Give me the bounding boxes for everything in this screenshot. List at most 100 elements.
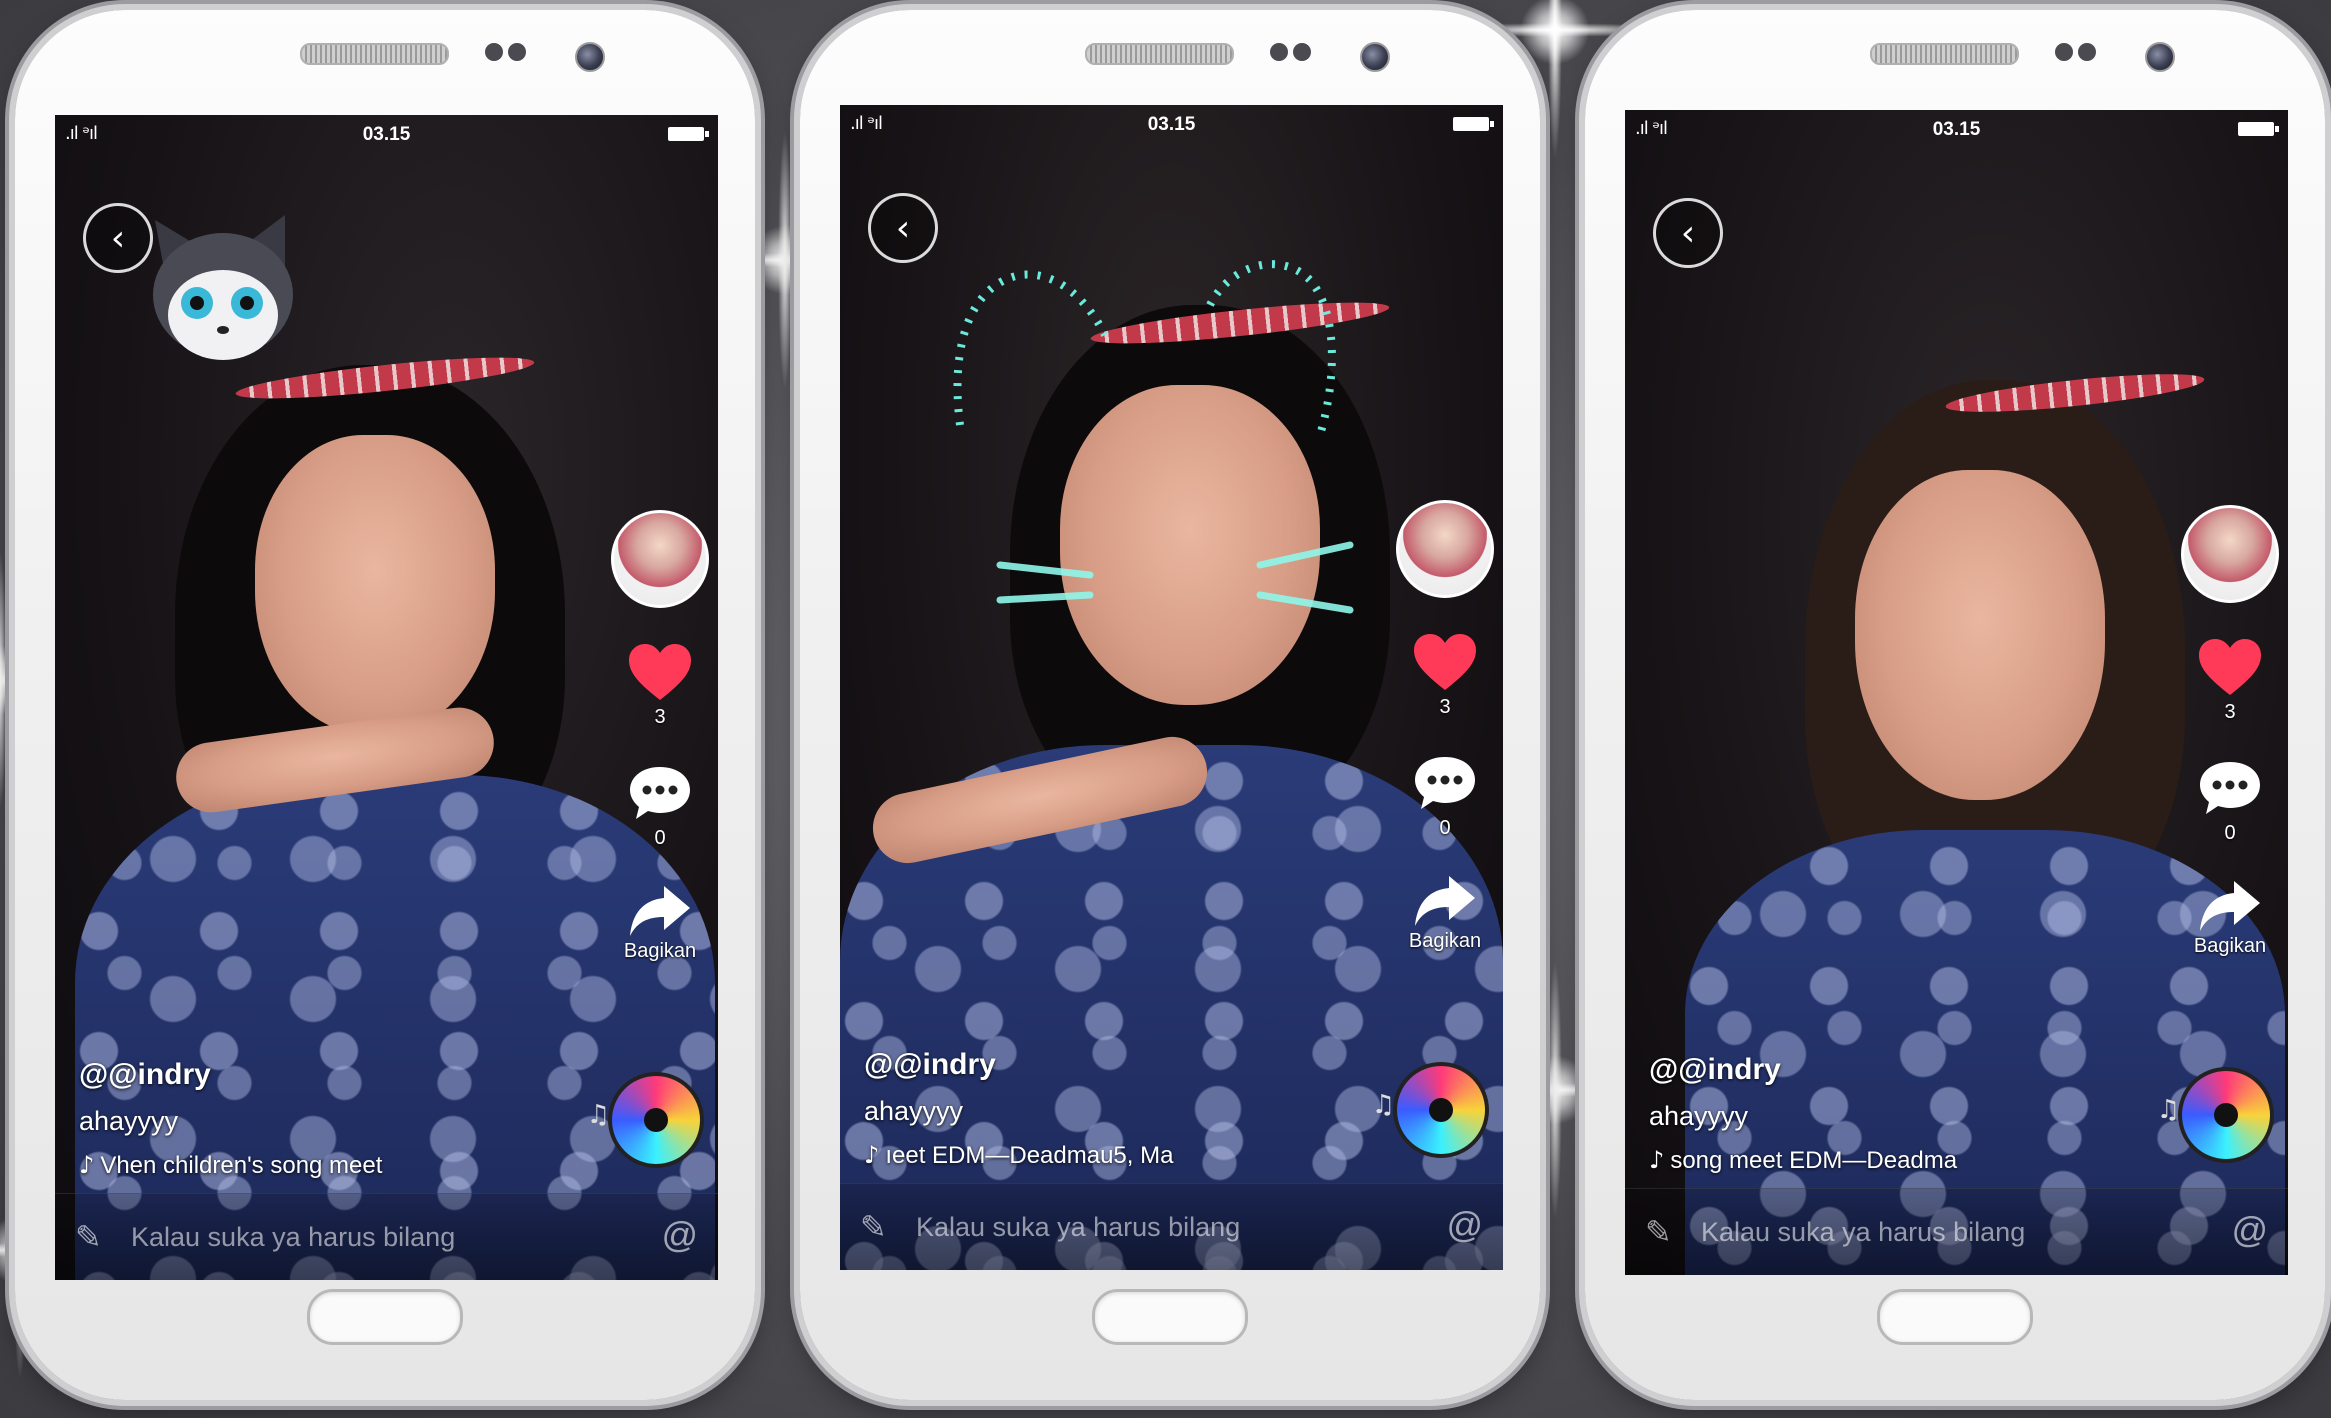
heart-icon [610,642,710,702]
like-count: 3 [2224,701,2236,723]
video-screen-1[interactable]: .ıl ᵊıl 03.15 ‹ 3 0 Bagikan @@indry ahay… [55,115,718,1280]
like-button[interactable]: 3 [1395,632,1495,719]
share-arrow-icon [1395,874,1495,928]
sensor-dots [485,43,535,63]
share-label: Bagikan [2193,935,2267,957]
music-info[interactable]: ♪ Vhen children's song meet [79,1151,382,1180]
comment-input-placeholder: Kalau suka ya harus bilang [131,1222,456,1252]
like-button[interactable]: 3 [610,642,710,729]
heart-icon [2180,637,2280,697]
comment-button[interactable]: 0 [2180,758,2280,845]
music-note-icon: ♫ [1371,1090,1395,1120]
front-camera [2145,42,2175,72]
heart-icon [1395,632,1495,692]
music-disc[interactable] [608,1072,704,1168]
video-caption: @@indry ahayyyy ♪ Vhen children's song me… [79,1058,382,1180]
action-rail: 3 0 Bagikan [610,510,710,963]
chevron-left-icon: ‹ [110,217,126,259]
glowing-whiskers-icon [990,525,1370,645]
like-count: 3 [1439,696,1451,718]
username[interactable]: @@indry [864,1048,1173,1082]
comment-button[interactable]: 0 [1395,753,1495,840]
avatar[interactable] [2181,505,2279,603]
cat-sticker-icon [135,205,305,375]
username[interactable]: @@indry [79,1058,382,1092]
chevron-left-icon: ‹ [895,207,911,249]
like-count: 3 [654,706,666,728]
avatar[interactable] [611,510,709,608]
at-icon[interactable]: @ [1446,1204,1483,1246]
back-button[interactable]: ‹ [83,203,153,273]
chevron-left-icon: ‹ [1680,212,1696,254]
at-icon[interactable]: @ [2231,1209,2268,1251]
comment-count: 0 [654,827,666,849]
share-button[interactable]: Bagikan [2180,879,2280,958]
front-camera [575,42,605,72]
phone-frame-3: .ıl ᵊıl 03.15 ‹ 3 0 Bagikan @@indry ahay… [1585,10,2325,1400]
earpiece-speaker [1085,43,1234,65]
at-icon[interactable]: @ [661,1214,698,1256]
video-screen-2[interactable]: .ıl ᵊıl 03.15 ‹ 3 0 Bagikan @@indry ahay… [840,105,1503,1270]
status-bar: .ıl ᵊıl 03.15 [55,115,718,155]
earpiece-speaker [1870,43,2019,65]
status-time: 03.15 [1932,119,1981,140]
back-button[interactable]: ‹ [1653,198,1723,268]
music-note-icon: ♪ [864,1141,880,1169]
front-camera [1360,42,1390,72]
battery-icon [668,127,709,141]
action-rail: 3 0 Bagikan [1395,500,1495,953]
share-arrow-icon [2180,879,2280,933]
glowing-cat-ears-icon [930,225,1390,525]
like-button[interactable]: 3 [2180,637,2280,724]
back-button[interactable]: ‹ [868,193,938,263]
video-caption: @@indry ahayyyy ♪ ıeet EDM—Deadmau5, Ma [864,1048,1173,1170]
music-info[interactable]: ♪ ıeet EDM—Deadmau5, Ma [864,1141,1173,1170]
comment-dots-icon [1395,753,1495,813]
comment-count: 0 [2224,822,2236,844]
battery-icon [1453,117,1494,131]
share-arrow-icon [610,884,710,938]
video-description: ahayyyy [79,1106,179,1136]
pencil-icon: ✎ [75,1218,102,1256]
sensor-dots [2055,43,2105,63]
music-info[interactable]: ♪ song meet EDM—Deadma [1649,1146,1957,1175]
comment-input-placeholder: Kalau suka ya harus bilang [1701,1217,2026,1247]
comment-dots-icon [2180,758,2280,818]
sensor-dots [1270,43,1320,63]
comment-button[interactable]: 0 [610,763,710,850]
video-description: ahayyyy [1649,1101,1749,1131]
status-bar: .ıl ᵊıl 03.15 [1625,110,2288,150]
status-time: 03.15 [362,124,411,145]
music-title: ıeet EDM—Deadmau5, Ma [885,1142,1174,1169]
share-label: Bagikan [623,940,697,962]
comment-dots-icon [610,763,710,823]
status-bar: .ıl ᵊıl 03.15 [840,105,1503,145]
share-button[interactable]: Bagikan [1395,874,1495,953]
music-title: song meet EDM—Deadma [1670,1147,1958,1174]
comment-input-bar[interactable]: ✎ Kalau suka ya harus bilang @ [55,1193,718,1280]
home-button[interactable] [1877,1289,2033,1345]
share-label: Bagikan [1408,930,1482,952]
earpiece-speaker [300,43,449,65]
music-note-icon: ♪ [1649,1146,1665,1174]
home-button[interactable] [307,1289,463,1345]
avatar[interactable] [1396,500,1494,598]
music-note-icon: ♪ [79,1151,95,1179]
battery-icon [2238,122,2279,136]
phone-frame-2: .ıl ᵊıl 03.15 ‹ 3 0 Bagikan @@indry ahay… [800,10,1540,1400]
music-disc[interactable] [1393,1062,1489,1158]
phone-frame-1: .ıl ᵊıl 03.15 ‹ 3 0 Bagikan @@indry ahay… [15,10,755,1400]
music-note-icon: ♫ [586,1100,610,1130]
comment-input-bar[interactable]: ✎ Kalau suka ya harus bilang @ [1625,1188,2288,1275]
comment-input-bar[interactable]: ✎ Kalau suka ya harus bilang @ [840,1183,1503,1270]
music-disc[interactable] [2178,1067,2274,1163]
pencil-icon: ✎ [860,1208,887,1246]
comment-input-placeholder: Kalau suka ya harus bilang [916,1212,1241,1242]
music-title: Vhen children's song meet [100,1152,383,1179]
username[interactable]: @@indry [1649,1053,1957,1087]
share-button[interactable]: Bagikan [610,884,710,963]
home-button[interactable] [1092,1289,1248,1345]
status-time: 03.15 [1147,114,1196,135]
music-note-icon: ♫ [2156,1095,2180,1125]
video-screen-3[interactable]: .ıl ᵊıl 03.15 ‹ 3 0 Bagikan @@indry ahay… [1625,110,2288,1275]
